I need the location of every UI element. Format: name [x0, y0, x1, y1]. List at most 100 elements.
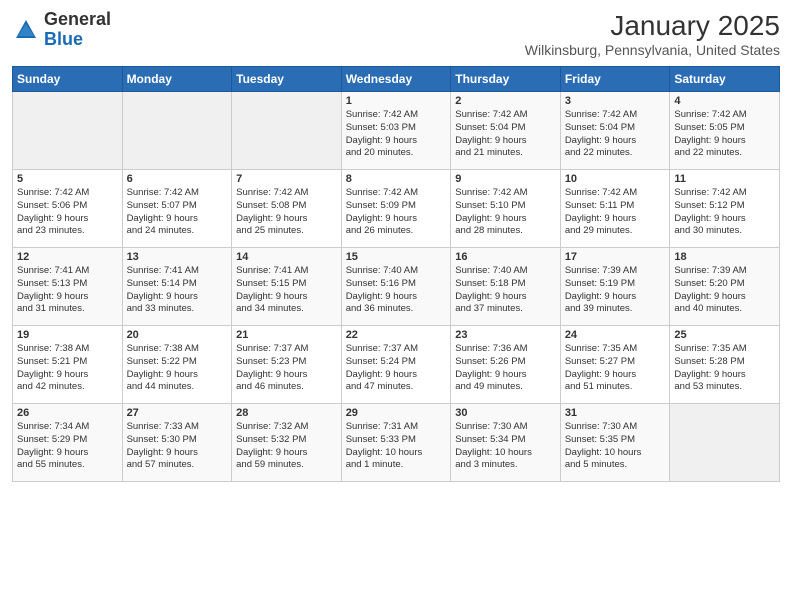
day-detail: Sunrise: 7:42 AM Sunset: 5:10 PM Dayligh…: [455, 187, 556, 238]
calendar-cell: 10 Sunrise: 7:42 AM Sunset: 5:11 PM Dayli…: [560, 170, 670, 248]
calendar-cell: 13Sunrise: 7:41 AM Sunset: 5:14 PM Dayli…: [122, 248, 232, 326]
day-number: 21: [236, 329, 337, 341]
day-detail: Sunrise: 7:42 AM Sunset: 5:09 PM Dayligh…: [346, 187, 447, 238]
calendar-cell: 4 Sunrise: 7:42 AM Sunset: 5:05 PM Daylig…: [670, 92, 780, 170]
day-detail: Sunrise: 7:35 AM Sunset: 5:27 PM Dayligh…: [565, 343, 666, 394]
day-number: 22: [346, 329, 447, 341]
day-detail: Sunrise: 7:30 AM Sunset: 5:35 PM Dayligh…: [565, 421, 666, 472]
day-number: 7: [236, 173, 337, 185]
day-detail: Sunrise: 7:42 AM Sunset: 5:11 PM Dayligh…: [565, 187, 666, 238]
day-detail: Sunrise: 7:34 AM Sunset: 5:29 PM Dayligh…: [17, 421, 118, 472]
day-number: 11: [674, 173, 775, 185]
calendar-cell: [122, 92, 232, 170]
calendar-cell: 17Sunrise: 7:39 AM Sunset: 5:19 PM Dayli…: [560, 248, 670, 326]
day-detail: Sunrise: 7:41 AM Sunset: 5:13 PM Dayligh…: [17, 265, 118, 316]
calendar-cell: 8 Sunrise: 7:42 AM Sunset: 5:09 PM Daylig…: [341, 170, 451, 248]
day-detail: Sunrise: 7:36 AM Sunset: 5:26 PM Dayligh…: [455, 343, 556, 394]
day-number: 14: [236, 251, 337, 263]
day-detail: Sunrise: 7:42 AM Sunset: 5:12 PM Dayligh…: [674, 187, 775, 238]
calendar-cell: 26 Sunrise: 7:34 AM Sunset: 5:29 PM Dayli…: [13, 404, 123, 482]
day-number: 28: [236, 407, 337, 419]
day-number: 27: [127, 407, 228, 419]
day-number: 25: [674, 329, 775, 341]
day-detail: Sunrise: 7:37 AM Sunset: 5:24 PM Dayligh…: [346, 343, 447, 394]
day-number: 19: [17, 329, 118, 341]
logo-icon: [12, 16, 40, 44]
calendar-cell: 15Sunrise: 7:40 AM Sunset: 5:16 PM Dayli…: [341, 248, 451, 326]
calendar-cell: 16 Sunrise: 7:40 AM Sunset: 5:18 PM Dayli…: [451, 248, 561, 326]
calendar-cell: 20Sunrise: 7:38 AM Sunset: 5:22 PM Dayli…: [122, 326, 232, 404]
calendar-week-2: 5Sunrise: 7:42 AM Sunset: 5:06 PM Daylig…: [13, 170, 780, 248]
day-detail: Sunrise: 7:37 AM Sunset: 5:23 PM Dayligh…: [236, 343, 337, 394]
day-number: 5: [17, 173, 118, 185]
calendar-cell: 18 Sunrise: 7:39 AM Sunset: 5:20 PM Dayli…: [670, 248, 780, 326]
calendar-header-monday: Monday: [122, 67, 232, 92]
calendar-cell: 30Sunrise: 7:30 AM Sunset: 5:34 PM Dayli…: [451, 404, 561, 482]
day-number: 3: [565, 95, 666, 107]
calendar-cell: 3 Sunrise: 7:42 AM Sunset: 5:04 PM Daylig…: [560, 92, 670, 170]
day-number: 31: [565, 407, 666, 419]
calendar-cell: 7 Sunrise: 7:42 AM Sunset: 5:08 PM Daylig…: [232, 170, 342, 248]
calendar-week-5: 26 Sunrise: 7:34 AM Sunset: 5:29 PM Dayli…: [13, 404, 780, 482]
day-detail: Sunrise: 7:32 AM Sunset: 5:32 PM Dayligh…: [236, 421, 337, 472]
calendar-week-3: 12Sunrise: 7:41 AM Sunset: 5:13 PM Dayli…: [13, 248, 780, 326]
day-detail: Sunrise: 7:42 AM Sunset: 5:08 PM Dayligh…: [236, 187, 337, 238]
calendar-title: January 2025: [525, 10, 780, 42]
calendar-cell: 14Sunrise: 7:41 AM Sunset: 5:15 PM Dayli…: [232, 248, 342, 326]
day-number: 16: [455, 251, 556, 263]
calendar-cell: 1Sunrise: 7:42 AM Sunset: 5:03 PM Daylig…: [341, 92, 451, 170]
day-detail: Sunrise: 7:42 AM Sunset: 5:04 PM Dayligh…: [565, 109, 666, 160]
day-number: 2: [455, 95, 556, 107]
calendar-cell: 11 Sunrise: 7:42 AM Sunset: 5:12 PM Dayli…: [670, 170, 780, 248]
title-block: January 2025 Wilkinsburg, Pennsylvania, …: [525, 10, 780, 58]
page-container: General Blue January 2025 Wilkinsburg, P…: [0, 0, 792, 612]
day-number: 4: [674, 95, 775, 107]
calendar-header-thursday: Thursday: [451, 67, 561, 92]
day-detail: Sunrise: 7:40 AM Sunset: 5:16 PM Dayligh…: [346, 265, 447, 316]
day-detail: Sunrise: 7:42 AM Sunset: 5:03 PM Dayligh…: [346, 109, 447, 160]
day-detail: Sunrise: 7:30 AM Sunset: 5:34 PM Dayligh…: [455, 421, 556, 472]
calendar-cell: [13, 92, 123, 170]
calendar-cell: 23Sunrise: 7:36 AM Sunset: 5:26 PM Dayli…: [451, 326, 561, 404]
calendar-cell: 12Sunrise: 7:41 AM Sunset: 5:13 PM Dayli…: [13, 248, 123, 326]
calendar-cell: 6 Sunrise: 7:42 AM Sunset: 5:07 PM Daylig…: [122, 170, 232, 248]
calendar-cell: 19 Sunrise: 7:38 AM Sunset: 5:21 PM Dayli…: [13, 326, 123, 404]
calendar-subtitle: Wilkinsburg, Pennsylvania, United States: [525, 42, 780, 58]
calendar-header-sunday: Sunday: [13, 67, 123, 92]
day-number: 8: [346, 173, 447, 185]
calendar-cell: 31 Sunrise: 7:30 AM Sunset: 5:35 PM Dayli…: [560, 404, 670, 482]
logo: General Blue: [12, 10, 111, 50]
day-number: 6: [127, 173, 228, 185]
day-detail: Sunrise: 7:39 AM Sunset: 5:20 PM Dayligh…: [674, 265, 775, 316]
calendar-header-row: SundayMondayTuesdayWednesdayThursdayFrid…: [13, 67, 780, 92]
day-number: 13: [127, 251, 228, 263]
calendar-week-1: 1Sunrise: 7:42 AM Sunset: 5:03 PM Daylig…: [13, 92, 780, 170]
page-header: General Blue January 2025 Wilkinsburg, P…: [12, 10, 780, 58]
day-number: 17: [565, 251, 666, 263]
day-detail: Sunrise: 7:38 AM Sunset: 5:21 PM Dayligh…: [17, 343, 118, 394]
calendar-header-saturday: Saturday: [670, 67, 780, 92]
calendar-cell: 24Sunrise: 7:35 AM Sunset: 5:27 PM Dayli…: [560, 326, 670, 404]
day-number: 26: [17, 407, 118, 419]
calendar-header-wednesday: Wednesday: [341, 67, 451, 92]
calendar-cell: [670, 404, 780, 482]
calendar-week-4: 19 Sunrise: 7:38 AM Sunset: 5:21 PM Dayli…: [13, 326, 780, 404]
day-detail: Sunrise: 7:40 AM Sunset: 5:18 PM Dayligh…: [455, 265, 556, 316]
calendar-header-friday: Friday: [560, 67, 670, 92]
calendar-cell: 5Sunrise: 7:42 AM Sunset: 5:06 PM Daylig…: [13, 170, 123, 248]
day-number: 29: [346, 407, 447, 419]
calendar-cell: 27 Sunrise: 7:33 AM Sunset: 5:30 PM Dayli…: [122, 404, 232, 482]
day-detail: Sunrise: 7:42 AM Sunset: 5:07 PM Dayligh…: [127, 187, 228, 238]
calendar-cell: [232, 92, 342, 170]
day-number: 10: [565, 173, 666, 185]
day-detail: Sunrise: 7:33 AM Sunset: 5:30 PM Dayligh…: [127, 421, 228, 472]
calendar-cell: 2Sunrise: 7:42 AM Sunset: 5:04 PM Daylig…: [451, 92, 561, 170]
calendar-cell: 22 Sunrise: 7:37 AM Sunset: 5:24 PM Dayli…: [341, 326, 451, 404]
day-number: 20: [127, 329, 228, 341]
calendar-cell: 29Sunrise: 7:31 AM Sunset: 5:33 PM Dayli…: [341, 404, 451, 482]
calendar-header-tuesday: Tuesday: [232, 67, 342, 92]
day-detail: Sunrise: 7:42 AM Sunset: 5:05 PM Dayligh…: [674, 109, 775, 160]
day-number: 18: [674, 251, 775, 263]
calendar-cell: 9 Sunrise: 7:42 AM Sunset: 5:10 PM Daylig…: [451, 170, 561, 248]
day-number: 9: [455, 173, 556, 185]
